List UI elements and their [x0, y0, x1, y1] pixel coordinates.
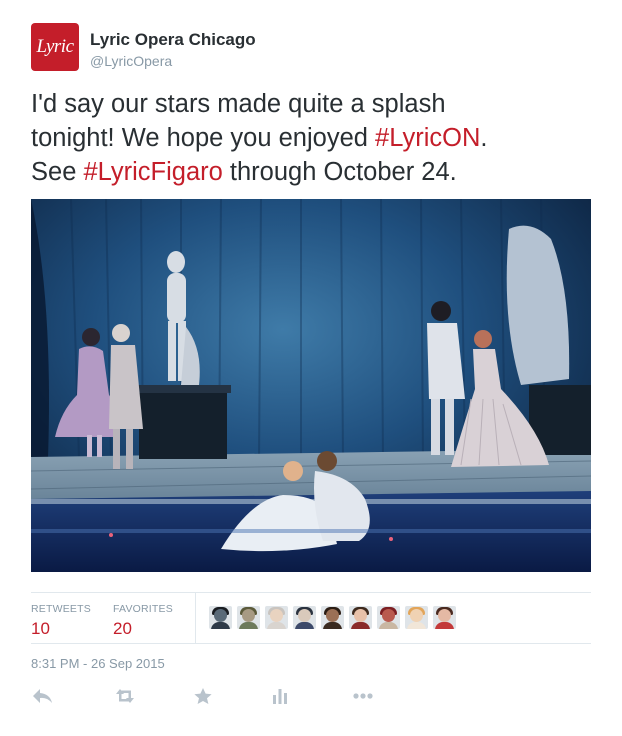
avatar-face: [242, 609, 255, 622]
avatar-logo-text: Lyric: [36, 36, 74, 57]
tweet-text-line1: I'd say our stars made quite a splash: [31, 90, 446, 118]
avatar-shoulders: [295, 622, 314, 629]
avatar-shoulders: [351, 622, 370, 629]
favoriter-avatar[interactable]: [237, 606, 260, 629]
favoriter-avatar[interactable]: [405, 606, 428, 629]
avatar-face: [382, 609, 395, 622]
more-icon[interactable]: [351, 686, 375, 706]
avatar-shoulders: [267, 622, 286, 629]
account-handle[interactable]: @LyricOpera: [90, 53, 172, 69]
favorites-stat[interactable]: FAVORITES 20: [113, 603, 173, 639]
analytics-icon[interactable]: [268, 686, 292, 706]
account-name[interactable]: Lyric Opera Chicago: [90, 30, 256, 50]
tweet-text-period: .: [480, 124, 488, 152]
tweet-text: I'd say our stars made quite a splash to…: [31, 87, 601, 189]
avatar-shoulders: [435, 622, 454, 629]
retweets-count: 10: [31, 619, 50, 638]
retweets-stat[interactable]: RETWEETS 10: [31, 603, 91, 639]
avatar-face: [298, 609, 311, 622]
favoriter-avatar[interactable]: [377, 606, 400, 629]
avatar-shoulders: [239, 622, 258, 629]
tweet-text-line3: See: [31, 158, 84, 186]
retweet-icon[interactable]: [113, 686, 137, 706]
avatar-face: [354, 609, 367, 622]
tweet-card: Lyric Lyric Opera Chicago @LyricOpera I'…: [0, 0, 622, 736]
tweet-photo[interactable]: [31, 199, 591, 572]
favorites-label: FAVORITES: [113, 603, 173, 615]
avatar-face: [270, 609, 283, 622]
avatar-shoulders: [407, 622, 426, 629]
avatar-shoulders: [211, 622, 230, 629]
favoriter-avatar[interactable]: [349, 606, 372, 629]
favoriters-avatars: [209, 606, 456, 629]
reply-icon[interactable]: [31, 686, 55, 706]
avatar-face: [326, 609, 339, 622]
favorites-count: 20: [113, 619, 132, 638]
favoriter-avatar[interactable]: [433, 606, 456, 629]
hashtag-link-lyricon[interactable]: #LyricON: [375, 124, 480, 152]
tweet-text-line2: tonight! We hope you enjoyed: [31, 124, 376, 152]
favoriter-avatar[interactable]: [293, 606, 316, 629]
avatar-face: [438, 609, 451, 622]
account-avatar[interactable]: Lyric: [31, 23, 79, 71]
favorite-icon[interactable]: [191, 686, 215, 706]
stats-divider: [195, 593, 196, 643]
tweet-actions: [31, 686, 591, 710]
avatar-face: [214, 609, 227, 622]
avatar-shoulders: [379, 622, 398, 629]
hashtag-link-lyricfigaro[interactable]: #LyricFigaro: [83, 158, 222, 186]
retweets-label: RETWEETS: [31, 603, 91, 615]
tweet-text-line3-end: through October 24.: [222, 158, 457, 186]
favoriter-avatar[interactable]: [209, 606, 232, 629]
favoriter-avatar[interactable]: [321, 606, 344, 629]
tweet-timestamp[interactable]: 8:31 PM - 26 Sep 2015: [31, 656, 165, 671]
avatar-face: [410, 609, 423, 622]
engagement-stats: RETWEETS 10 FAVORITES 20: [31, 592, 591, 644]
avatar-shoulders: [323, 622, 342, 629]
favoriter-avatar[interactable]: [265, 606, 288, 629]
